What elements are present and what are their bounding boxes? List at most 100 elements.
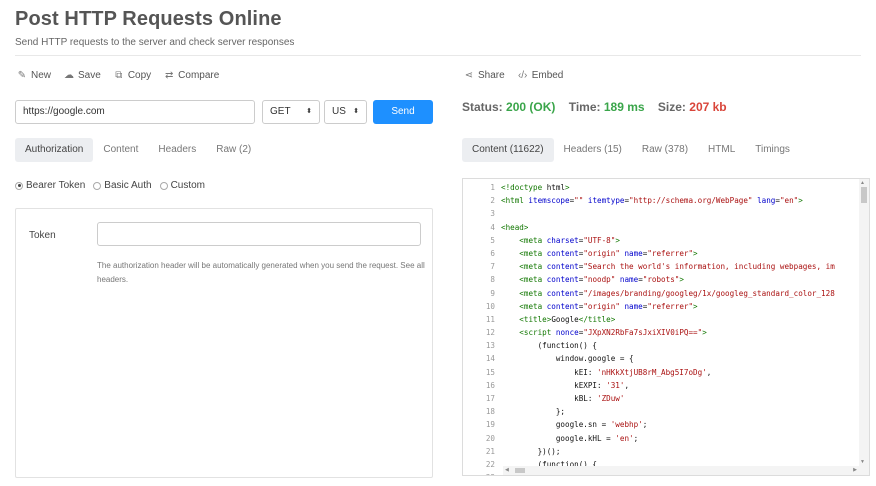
line-content: <html itemscope="" itemtype="http://sche… <box>501 196 803 206</box>
embed-label: Embed <box>531 70 564 81</box>
tab-response-raw[interactable]: Raw (378) <box>632 138 698 162</box>
response-toolbar: ⋖ Share ‹/› Embed <box>463 70 564 81</box>
horizontal-scrollbar[interactable]: ◀ ▶ <box>503 466 859 475</box>
code-line: 10 <meta content="origin" name="referrer… <box>463 300 857 313</box>
tab-response-headers[interactable]: Headers (15) <box>554 138 632 162</box>
token-input[interactable] <box>97 222 421 246</box>
code-line: 19 google.sn = 'webhp'; <box>463 418 857 431</box>
code-line: 5 <meta charset="UTF-8"> <box>463 234 857 247</box>
radio-basic-auth[interactable]: Basic Auth <box>93 180 152 191</box>
tab-response-timings[interactable]: Timings <box>745 138 800 162</box>
radio-label: Custom <box>170 180 206 191</box>
token-help-text: The authorization header will be automat… <box>97 261 425 284</box>
new-label: New <box>31 70 52 81</box>
vertical-scrollbar[interactable]: ▲ ▼ <box>859 179 869 475</box>
response-code-viewer[interactable]: 1 <!doctype html> 2 <html itemscope="" item… <box>462 178 870 476</box>
code-line: 12 <script nonce="JXpXN2RbFa7sJxiXIV0iPQ… <box>463 326 857 339</box>
code-lines: 1 <!doctype html> 2 <html itemscope="" item… <box>463 181 857 475</box>
line-number: 3 <box>490 209 495 219</box>
line-content: google.sn = 'webhp'; <box>501 420 648 430</box>
save-label: Save <box>78 70 101 81</box>
tab-response-html[interactable]: HTML <box>698 138 745 162</box>
code-line: 17 kBL: 'ZDuw' <box>463 392 857 405</box>
copy-button[interactable]: ⧉ Copy <box>113 70 151 81</box>
compare-button[interactable]: ⇄ Compare <box>163 70 219 81</box>
scroll-down-icon[interactable]: ▼ <box>860 459 865 465</box>
method-value: GET <box>270 106 291 117</box>
line-number: 22 <box>485 459 495 469</box>
time-key: Time: <box>568 100 601 114</box>
copy-icon: ⧉ <box>115 70 123 81</box>
request-toolbar: ✎ New ☁ Save ⧉ Copy ⇄ Compare <box>16 70 220 81</box>
code-line: 11 <title>Google</title> <box>463 313 857 326</box>
code-icon: ‹/› <box>517 70 528 81</box>
region-value: US <box>332 106 346 117</box>
code-line: 7 <meta content="Search the world's info… <box>463 260 857 273</box>
line-number: 18 <box>485 407 495 417</box>
send-button[interactable]: Send <box>373 100 433 124</box>
method-select[interactable]: GET ⬍ <box>262 100 320 124</box>
line-number: 23 <box>463 471 501 475</box>
line-number: 13 <box>485 341 495 351</box>
code-line: 6 <meta content="origin" name="referrer"… <box>463 247 857 260</box>
line-number: 17 <box>485 394 495 403</box>
code-line: 16 kEXPI: '31', <box>463 379 857 392</box>
scroll-right-icon[interactable]: ▶ <box>853 467 857 473</box>
radio-custom[interactable]: Custom <box>159 180 206 191</box>
code-line: 15 kEI: 'nHKkXtjUB8rM_Abg5I7oDg', <box>463 366 857 379</box>
code-line: 13 (function() { <box>463 339 857 352</box>
new-button[interactable]: ✎ New <box>16 70 51 81</box>
share-button[interactable]: ⋖ Share <box>463 70 505 81</box>
embed-button[interactable]: ‹/› Embed <box>517 70 564 81</box>
status-value: 200 (OK) <box>506 100 556 114</box>
chevron-updown-icon: ⬍ <box>353 108 359 115</box>
page-subtitle: Send HTTP requests to the server and che… <box>15 37 295 48</box>
code-line: 18 }; <box>463 405 857 418</box>
scrollbar-thumb[interactable] <box>515 468 525 473</box>
request-tabs: Authorization Content Headers Raw (2) <box>15 138 261 162</box>
code-line: 1 <!doctype html> <box>463 181 857 194</box>
authorization-panel: Token The authorization header will be a… <box>15 208 433 478</box>
tab-authorization[interactable]: Authorization <box>15 138 94 162</box>
line-number: 19 <box>485 420 495 430</box>
line-content: google.kHL = 'en'; <box>501 433 639 443</box>
code-line: 4 <head> <box>463 221 857 234</box>
scrollbar-thumb[interactable] <box>861 187 867 203</box>
line-number: 1 <box>490 183 495 192</box>
auth-type-options: Bearer Token Basic Auth Custom <box>15 180 205 191</box>
line-number: 8 <box>490 275 495 285</box>
tab-response-content[interactable]: Content (11622) <box>462 138 554 162</box>
response-status: Status: 200 (OK) Time: 189 ms Size: 207 … <box>462 100 727 114</box>
tab-headers[interactable]: Headers <box>148 138 206 162</box>
radio-checked-icon <box>15 181 23 190</box>
cloud-icon: ☁ <box>64 70 75 81</box>
scroll-left-icon[interactable]: ◀ <box>505 467 509 473</box>
line-content: kEXPI: '31', <box>501 380 630 390</box>
url-input[interactable]: https://google.com <box>15 100 255 124</box>
code-line: 2 <html itemscope="" itemtype="http://sch… <box>463 194 857 207</box>
scroll-up-icon[interactable]: ▲ <box>860 180 865 186</box>
tab-raw[interactable]: Raw (2) <box>206 138 261 162</box>
line-content: <meta charset="UTF-8"> <box>519 235 620 245</box>
code-line: 9 <meta content="/images/branding/google… <box>463 287 857 300</box>
chevron-updown-icon: ⬍ <box>306 108 312 115</box>
line-content: (function() { <box>501 341 598 351</box>
radio-label: Bearer Token <box>26 180 86 191</box>
line-content: window.google = { <box>501 354 634 364</box>
line-content: <meta content="/images/branding/googleg/… <box>519 288 835 298</box>
line-content: <meta content="noodp" name="robots"> <box>519 275 684 285</box>
line-content: <script nonce="JXpXN2RbFa7sJxiXIV0iPQ=="… <box>519 328 707 338</box>
code-line: 20 google.kHL = 'en'; <box>463 432 857 445</box>
tab-content[interactable]: Content <box>93 138 148 162</box>
line-number: 15 <box>485 367 495 377</box>
line-number: 11 <box>485 314 495 324</box>
radio-bearer-token[interactable]: Bearer Token <box>15 180 85 191</box>
edit-icon: ✎ <box>17 70 27 81</box>
save-button[interactable]: ☁ Save <box>63 70 101 81</box>
compare-label: Compare <box>178 70 220 81</box>
line-number: 20 <box>485 433 495 443</box>
line-content: }; <box>501 407 566 417</box>
region-select[interactable]: US ⬍ <box>324 100 367 124</box>
share-label: Share <box>478 70 505 81</box>
response-tabs: Content (11622) Headers (15) Raw (378) H… <box>462 138 800 162</box>
